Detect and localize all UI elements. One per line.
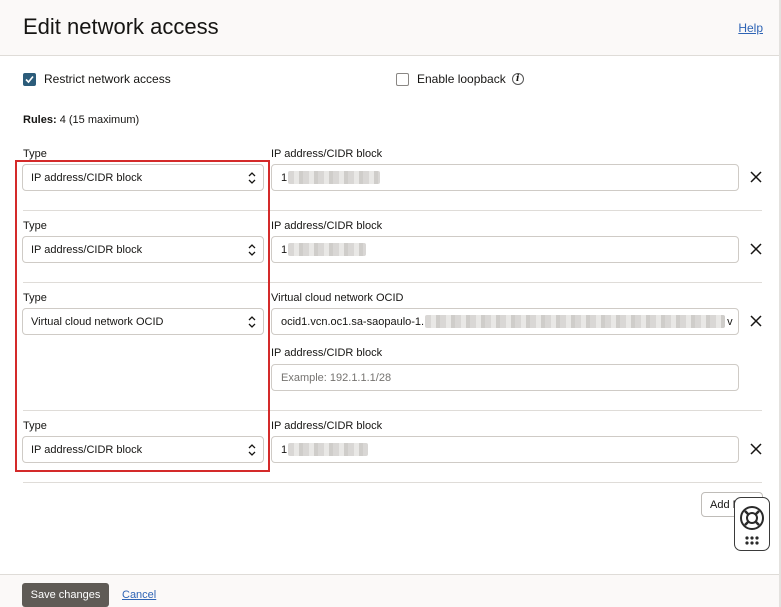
select-chevron-icon (248, 244, 256, 256)
rule-3-type-label: Type (23, 292, 47, 304)
restrict-network-access-label: Restrict network access (44, 72, 171, 86)
rule-2-ip-input[interactable]: 1 (271, 236, 739, 263)
info-icon[interactable]: i (511, 73, 524, 85)
rule-2-type-select[interactable]: IP address/CIDR block (22, 236, 264, 263)
lifebuoy-icon (740, 506, 764, 545)
rule-4-type-label: Type (23, 420, 47, 432)
rule-divider (23, 482, 762, 483)
cancel-link[interactable]: Cancel (122, 589, 156, 601)
save-changes-label: Save changes (30, 589, 101, 601)
rule-4-ip-value: 1 (281, 443, 288, 456)
rule-1-type-select[interactable]: IP address/CIDR block (22, 164, 264, 191)
rule-divider (23, 410, 762, 411)
rule-3-ip-placeholder: Example: 192.1.1.1/28 (281, 371, 392, 384)
rule-4-type-value: IP address/CIDR block (31, 443, 143, 456)
checkbox-checked-icon[interactable] (23, 72, 36, 86)
help-center-widget[interactable] (734, 497, 770, 551)
select-chevron-icon (248, 172, 256, 184)
rules-count-label: Rules: (23, 114, 57, 126)
enable-loopback-label: Enable loopback (417, 72, 506, 86)
remove-rule-3-close-icon[interactable] (749, 314, 763, 328)
rule-4-type-select[interactable]: IP address/CIDR block (22, 436, 264, 463)
rule-divider (23, 210, 762, 211)
rules-count: Rules: 4 (15 maximum) (23, 114, 139, 126)
panel-header: Edit network access Help (0, 0, 781, 56)
restrict-network-access-checkbox[interactable]: Restrict network access (23, 72, 171, 86)
checkbox-unchecked-icon[interactable] (396, 72, 409, 86)
rule-1-ip-input[interactable]: 1 (271, 164, 739, 191)
rule-3-ip-input[interactable]: Example: 192.1.1.1/28 (271, 364, 739, 391)
rules-count-value: 4 (15 maximum) (59, 114, 140, 126)
rule-2-type-value: IP address/CIDR block (31, 243, 143, 256)
rule-1-field-label: IP address/CIDR block (271, 148, 383, 160)
rule-3-type-select[interactable]: Virtual cloud network OCID (22, 308, 264, 335)
rule-3-type-value: Virtual cloud network OCID (31, 315, 164, 328)
rule-3-vcn-ocid-value: ocid1.vcn.oc1.sa-saopaulo-1. (281, 315, 425, 328)
save-changes-button[interactable]: Save changes (22, 583, 109, 607)
rule-2-ip-value: 1 (281, 243, 288, 256)
rule-4-field-label: IP address/CIDR block (271, 420, 383, 432)
page-title: Edit network access (23, 14, 219, 39)
remove-rule-4-close-icon[interactable] (749, 442, 763, 456)
panel-footer (0, 574, 781, 607)
enable-loopback-checkbox[interactable]: Enable loopback i (396, 72, 524, 86)
select-chevron-icon (248, 316, 256, 328)
rule-1-type-label: Type (23, 148, 47, 160)
redacted-value (288, 243, 367, 256)
rule-3-extra-label: IP address/CIDR block (271, 347, 383, 359)
help-link[interactable]: Help (738, 21, 763, 35)
rule-1-type-value: IP address/CIDR block (31, 171, 143, 184)
rule-3-field-label: Virtual cloud network OCID (271, 292, 404, 304)
remove-rule-2-close-icon[interactable] (749, 242, 763, 256)
rule-2-field-label: IP address/CIDR block (271, 220, 383, 232)
rule-1-ip-value: 1 (281, 171, 288, 184)
redacted-value (425, 315, 726, 328)
rule-3-vcn-ocid-tail: v (727, 315, 733, 328)
redacted-value (288, 443, 369, 456)
select-chevron-icon (248, 444, 256, 456)
rule-divider (23, 282, 762, 283)
rule-2-type-label: Type (23, 220, 47, 232)
redacted-value (288, 171, 381, 184)
remove-rule-1-close-icon[interactable] (749, 170, 763, 184)
rule-3-vcn-ocid-input[interactable]: ocid1.vcn.oc1.sa-saopaulo-1. v (271, 308, 739, 335)
rule-4-ip-input[interactable]: 1 (271, 436, 739, 463)
